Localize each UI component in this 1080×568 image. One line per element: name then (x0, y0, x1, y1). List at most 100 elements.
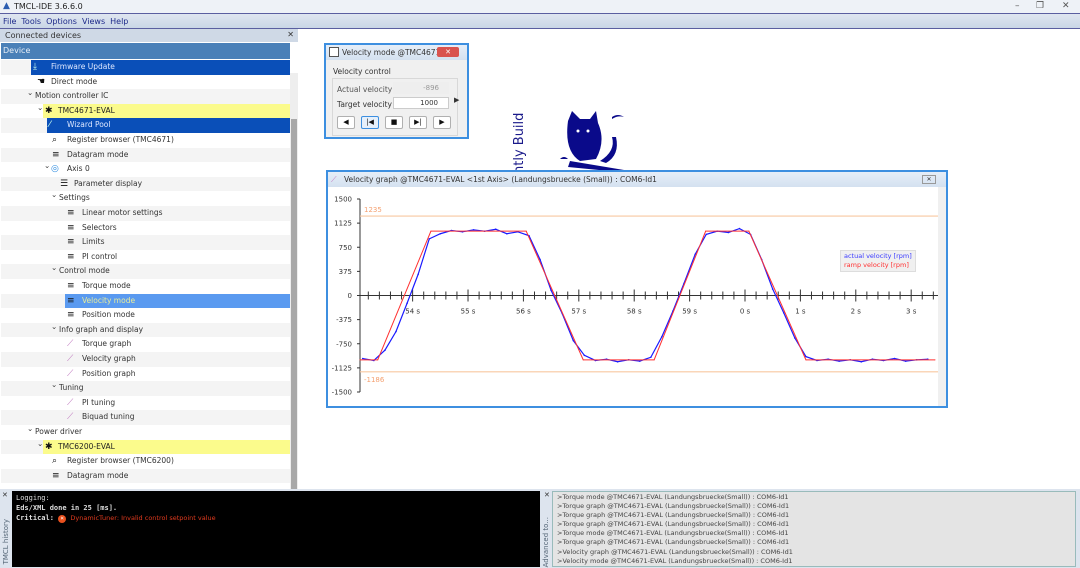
chevron-down-icon[interactable]: ⌄ (51, 378, 57, 393)
sliders-icon (329, 47, 339, 57)
tmcl-history-tab[interactable]: TMCL history (2, 519, 10, 564)
expand-arrow-icon[interactable]: ▶ (454, 96, 459, 104)
velocity-chart[interactable]: 1500 1125 750 375 0 -375 -750 -1125 -1500 54 s 55 … (328, 187, 938, 407)
close-dock-icon[interactable]: ✕ (544, 491, 550, 499)
ramp-velocity-point (430, 230, 432, 232)
advanced-tab[interactable]: Advanced to... (542, 517, 550, 567)
tree-item[interactable]: ☰ Parameter display (1, 176, 290, 192)
history-line[interactable]: >Torque mode @TMC4671-EVAL (Landungsbrue… (557, 529, 1071, 538)
menu-views[interactable]: Views (82, 17, 105, 26)
actual-velocity-point (893, 357, 896, 360)
tree-item[interactable]: ⌄ Tuning (1, 378, 290, 396)
history-line[interactable]: >Torque graph @TMC4671-EVAL (Landungsbru… (557, 502, 1071, 511)
actual-velocity-point (771, 288, 774, 290)
tree-item[interactable]: ≡ Selectors (1, 221, 290, 236)
chevron-down-icon[interactable]: ⌄ (37, 101, 43, 116)
close-panel-icon[interactable]: ✕ (287, 30, 294, 39)
tree-item[interactable]: ⌄ Info graph and display (1, 320, 290, 338)
ramp-velocity-point (377, 359, 379, 361)
actual-velocity-point (406, 302, 408, 305)
tree-item[interactable]: ≡ Velocity mode (1, 293, 290, 309)
tree-item[interactable]: ⌕ Register browser (TMC4671) (1, 133, 290, 148)
tree-item[interactable]: ⤓ Firmware Update (1, 60, 290, 75)
window-titlebar[interactable]: Velocity mode @TMC4671-EV... ✕ (326, 45, 467, 60)
history-line[interactable]: >Torque graph @TMC4671-EVAL (Landungsbru… (557, 538, 1071, 547)
tree-item[interactable]: ≡ PI control (1, 250, 290, 265)
tree-item[interactable]: ⌄ Settings (1, 188, 290, 206)
sliders-icon: ≡ (67, 310, 75, 321)
log-line: Eds/XML done in 25 [ms]. (16, 504, 118, 512)
tree-item[interactable]: ⟋ Torque graph (1, 337, 290, 352)
app-title: TMCL-IDE 3.6.6.0 (14, 2, 83, 11)
tree-item[interactable]: ⌄ Motion controller IC (1, 86, 290, 104)
x-tick-label: 57 s (571, 308, 586, 316)
tree-scrollbar-thumb[interactable] (291, 119, 297, 509)
ramp-velocity-point (359, 359, 361, 361)
tree-item[interactable]: ⁄ Wizard Pool (1, 118, 290, 133)
graph-icon: ⟋ (67, 368, 74, 379)
tree-item[interactable]: ⟋ Position graph (1, 367, 290, 382)
history-line[interactable]: >Torque graph @TMC4671-EVAL (Landungsbru… (557, 511, 1071, 520)
tree-item[interactable]: ⌄ ✱ TMC6200-EVAL (1, 437, 290, 455)
sliders-icon: ≡ (67, 208, 75, 218)
restore-icon[interactable]: ❐ (1036, 1, 1044, 11)
tree-item[interactable]: ⟋ Velocity graph (1, 352, 290, 367)
ramp-velocity-point (805, 359, 807, 361)
tree-item[interactable]: ☚ Direct mode (1, 75, 290, 90)
sliders-icon: ≡ (67, 251, 75, 262)
tree-item[interactable]: ≡ Limits (1, 235, 290, 250)
tree-item[interactable]: ≡ Datagram mode (1, 468, 290, 484)
menu-bar: File Tools Options Views Help (0, 13, 1080, 29)
chevron-down-icon[interactable]: ⌄ (27, 422, 33, 437)
close-window-button[interactable]: ✕ (437, 47, 459, 57)
chevron-down-icon[interactable]: ⌄ (27, 86, 33, 101)
graph-window-titlebar[interactable]: ⟋ Velocity graph @TMC4671-EVAL <1st Axis… (328, 172, 946, 187)
log-line: Logging: (16, 494, 50, 502)
close-window-button[interactable]: ✕ (922, 175, 936, 184)
target-velocity-input[interactable]: 1000 (393, 97, 449, 109)
tree-item[interactable]: ≡ Position mode (1, 308, 290, 323)
skip-start-button[interactable]: |◀ (361, 116, 379, 129)
device-column-header[interactable]: Device (1, 43, 290, 59)
rotate-left-button[interactable]: ◀ (337, 116, 355, 129)
tree-item-label: Direct mode (51, 76, 98, 86)
skip-end-button[interactable]: ▶| (409, 116, 427, 129)
menu-file[interactable]: File (3, 17, 16, 26)
chevron-down-icon[interactable]: ⌄ (51, 188, 57, 203)
tree-item[interactable]: ⌄ Control mode (1, 261, 290, 279)
tree-item-label: TMC6200-EVAL (58, 441, 115, 451)
tree-item[interactable]: ⟋ PI tuning (1, 396, 290, 411)
velocity-control-group: Actual velocity -896 Target velocity 100… (332, 78, 458, 136)
tree-item[interactable]: ⌄ Power driver (1, 422, 290, 440)
menu-tools[interactable]: Tools (21, 17, 41, 26)
actual-velocity-field: -896 (393, 82, 449, 94)
history-line[interactable]: >Velocity graph @TMC4671-EVAL (Landungsb… (557, 548, 1071, 557)
tree-item[interactable]: ⌄ ✱ TMC4671-EVAL (1, 101, 290, 119)
chevron-down-icon[interactable]: ⌄ (44, 159, 50, 174)
actual-velocity-point (384, 349, 386, 351)
history-line[interactable]: >Torque graph @TMC4671-EVAL (Landungsbru… (557, 520, 1071, 529)
minimize-icon[interactable]: – (1015, 1, 1020, 11)
tree-item[interactable]: ≡ Torque mode (1, 279, 290, 294)
history-line[interactable]: >Velocity mode @TMC4671-EVAL (Landungsbr… (557, 557, 1071, 566)
rotate-right-button[interactable]: ▶ (433, 116, 451, 129)
menu-options[interactable]: Options (46, 17, 77, 26)
chevron-down-icon[interactable]: ⌄ (37, 437, 43, 452)
graph-window-title: Velocity graph @TMC4671-EVAL <1st Axis> … (344, 175, 657, 184)
menu-help[interactable]: Help (110, 17, 128, 26)
tree-item[interactable]: ⟋ Biquad tuning (1, 410, 290, 425)
close-dock-icon[interactable]: ✕ (2, 491, 8, 499)
chevron-down-icon[interactable]: ⌄ (51, 261, 57, 276)
tree-item[interactable]: ≡ Linear motor settings (1, 206, 290, 221)
puzzle-icon: ✱ (45, 441, 53, 452)
close-icon[interactable]: ✕ (1062, 1, 1070, 11)
tree-item-label: Torque graph (82, 339, 132, 349)
chevron-down-icon[interactable]: ⌄ (51, 320, 57, 335)
panel-title-text: Connected devices (5, 31, 82, 40)
x-tick-label: 55 s (461, 308, 476, 316)
history-line[interactable]: >Torque mode @TMC4671-EVAL (Landungsbrue… (557, 493, 1071, 502)
tree-item-label: Limits (82, 237, 105, 247)
tree-item[interactable]: ⌄ ◎ Axis 0 (1, 159, 290, 177)
stop-button[interactable]: ■ (385, 116, 403, 129)
tree-item[interactable]: ⌕ Register browser (TMC6200) (1, 454, 290, 469)
